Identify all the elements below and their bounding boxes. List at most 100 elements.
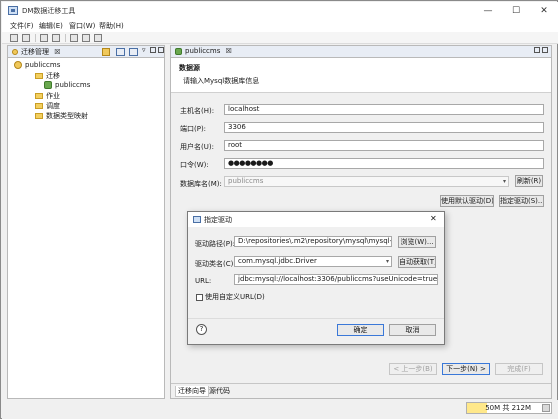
- url-label: URL:: [195, 277, 212, 285]
- tab-migration-management[interactable]: 迁移管理 ☒: [12, 47, 61, 57]
- new-icon[interactable]: [10, 34, 18, 42]
- database-label: 数据库名(M):: [180, 180, 222, 188]
- status-bar: 50M 共 212M: [2, 400, 558, 419]
- dialog-title-bar: 指定驱动 ✕: [188, 212, 444, 227]
- host-input[interactable]: localhost: [224, 104, 544, 115]
- tree-item-label: publiccms: [25, 61, 61, 69]
- browse-button[interactable]: 浏览(W)...: [398, 236, 436, 248]
- driver-class-label: 驱动类名(C):: [195, 260, 236, 268]
- tree-item-label: 迁移: [46, 72, 60, 80]
- app-icon: [8, 6, 18, 15]
- folder-icon: [35, 103, 43, 109]
- chevron-down-icon: ▾: [502, 178, 506, 185]
- dialog-app-icon: [193, 216, 201, 223]
- custom-url-checkbox-row[interactable]: 使用自定义URL(D): [196, 292, 265, 302]
- menu-file[interactable]: 文件(F): [10, 21, 34, 31]
- tab-label: publiccms: [185, 47, 221, 55]
- url-input[interactable]: jdbc:mysql://localhost:3306/publiccms?us…: [234, 274, 438, 285]
- use-default-driver-button[interactable]: 使用默认驱动(D): [440, 195, 494, 207]
- tree-item-migration[interactable]: 迁移: [35, 71, 60, 81]
- folder-icon: [35, 93, 43, 99]
- tree-item-label: 作业: [46, 92, 60, 100]
- driver-class-select[interactable]: com.mysql.jdbc.Driver ▾: [234, 256, 392, 267]
- host-label: 主机名(H):: [180, 107, 215, 115]
- redo-icon[interactable]: [52, 34, 60, 42]
- driver-path-input[interactable]: D:\repositories\.m2\repository\mysql\mys…: [234, 236, 392, 247]
- save-icon[interactable]: [22, 34, 30, 42]
- tab-close-icon[interactable]: ☒: [226, 47, 232, 55]
- tab-close-icon[interactable]: ☒: [54, 48, 60, 56]
- auto-get-button[interactable]: 自动获取(T): [398, 256, 436, 268]
- minimize-button[interactable]: —: [474, 3, 502, 19]
- dialog-title: 指定驱动: [204, 216, 232, 224]
- tree-item-migration-publiccms[interactable]: publiccms: [44, 81, 90, 91]
- panel-icon: [12, 49, 18, 55]
- migration-management-panel: 迁移管理 ☒ ▿ publiccms 迁移 publiccms 作业 调度 数据…: [7, 45, 165, 399]
- dialog-footer: ? 确定 取消: [188, 318, 444, 344]
- heap-status-text: 50M 共 212M: [485, 404, 531, 412]
- cancel-button[interactable]: 取消: [389, 324, 436, 336]
- password-input[interactable]: ●●●●●●●●: [224, 158, 544, 169]
- toolbar-separator: [65, 34, 66, 42]
- tab-source-code[interactable]: 源代码: [207, 386, 232, 396]
- heap-usage-fill: [467, 403, 487, 413]
- database-select[interactable]: publiccms ▾: [224, 176, 509, 187]
- filter-icon[interactable]: [129, 48, 138, 56]
- tree-item-datatype-mapping[interactable]: 数据类型映射: [35, 111, 88, 121]
- port-input[interactable]: 3306: [224, 122, 544, 133]
- tree-item-label: publiccms: [55, 81, 91, 89]
- tree-item-jobs[interactable]: 作业: [35, 91, 60, 101]
- back-button[interactable]: < 上一步(B): [389, 363, 437, 375]
- panel-tab-bar: 迁移管理 ☒ ▿: [8, 46, 164, 58]
- username-input[interactable]: root: [224, 140, 544, 151]
- maximize-editor-icon[interactable]: [542, 47, 548, 53]
- maximize-view-icon[interactable]: [158, 47, 164, 53]
- refresh-button[interactable]: 刷新(R): [515, 175, 543, 187]
- finish-button[interactable]: 完成(F): [495, 363, 543, 375]
- minimize-editor-icon[interactable]: [534, 47, 540, 53]
- ok-button[interactable]: 确定: [337, 324, 384, 336]
- tree-item-schedule[interactable]: 调度: [35, 101, 60, 111]
- custom-url-label: 使用自定义URL(D): [205, 293, 265, 301]
- undo-icon[interactable]: [40, 34, 48, 42]
- app-window: DM数据迁移工具 — ☐ ✕ 文件(F) 编辑(E) 窗口(W) 帮助(H) 迁…: [0, 0, 558, 419]
- editor-tab-bar: publiccms ☒: [171, 46, 551, 58]
- paste-icon[interactable]: [94, 34, 102, 42]
- username-label: 用户名(U):: [180, 143, 214, 151]
- tab-migration-wizard[interactable]: 迁移向导: [175, 386, 209, 397]
- help-icon[interactable]: ?: [196, 324, 207, 335]
- menu-help[interactable]: 帮助(H): [99, 21, 124, 31]
- chevron-down-icon: ▾: [385, 258, 389, 265]
- specify-driver-button[interactable]: 指定驱动(S)...: [499, 195, 544, 207]
- driver-class-value: com.mysql.jdbc.Driver: [238, 257, 317, 265]
- collapse-all-icon[interactable]: [102, 48, 110, 56]
- close-window-button[interactable]: ✕: [530, 3, 558, 19]
- custom-url-checkbox[interactable]: [196, 293, 203, 301]
- password-label: 口令(W):: [180, 161, 209, 169]
- link-editor-icon[interactable]: [116, 48, 125, 56]
- menu-window[interactable]: 窗口(W): [69, 21, 95, 31]
- toolbar: [2, 32, 558, 44]
- title-bar: DM数据迁移工具 — ☐ ✕: [2, 2, 558, 20]
- copy-icon[interactable]: [82, 34, 90, 42]
- folder-icon: [35, 73, 43, 79]
- tree-item-root[interactable]: publiccms: [14, 61, 60, 71]
- menu-edit[interactable]: 编辑(E): [39, 21, 63, 31]
- migration-task-icon: [175, 47, 182, 55]
- view-menu-icon[interactable]: ▿: [142, 46, 146, 54]
- database-select-value: publiccms: [228, 177, 264, 185]
- tab-publiccms[interactable]: publiccms ☒: [175, 47, 232, 55]
- cut-icon[interactable]: [70, 34, 78, 42]
- next-button[interactable]: 下一步(N) >: [442, 363, 490, 375]
- section-title: 数据源: [179, 64, 200, 72]
- driver-path-label: 驱动路径(P):: [195, 240, 236, 248]
- dialog-close-icon[interactable]: ✕: [430, 214, 437, 223]
- page-header: 数据源 请输入Mysql数据库信息: [171, 58, 551, 93]
- folder-icon: [35, 113, 43, 119]
- specify-driver-dialog: 指定驱动 ✕ 驱动路径(P): D:\repositories\.m2\repo…: [187, 211, 445, 345]
- maximize-button[interactable]: ☐: [502, 3, 530, 19]
- garbage-collect-icon[interactable]: [542, 404, 550, 412]
- tree-item-label: 数据类型映射: [46, 112, 88, 120]
- minimize-view-icon[interactable]: [150, 47, 156, 53]
- toolbar-separator: [35, 34, 36, 42]
